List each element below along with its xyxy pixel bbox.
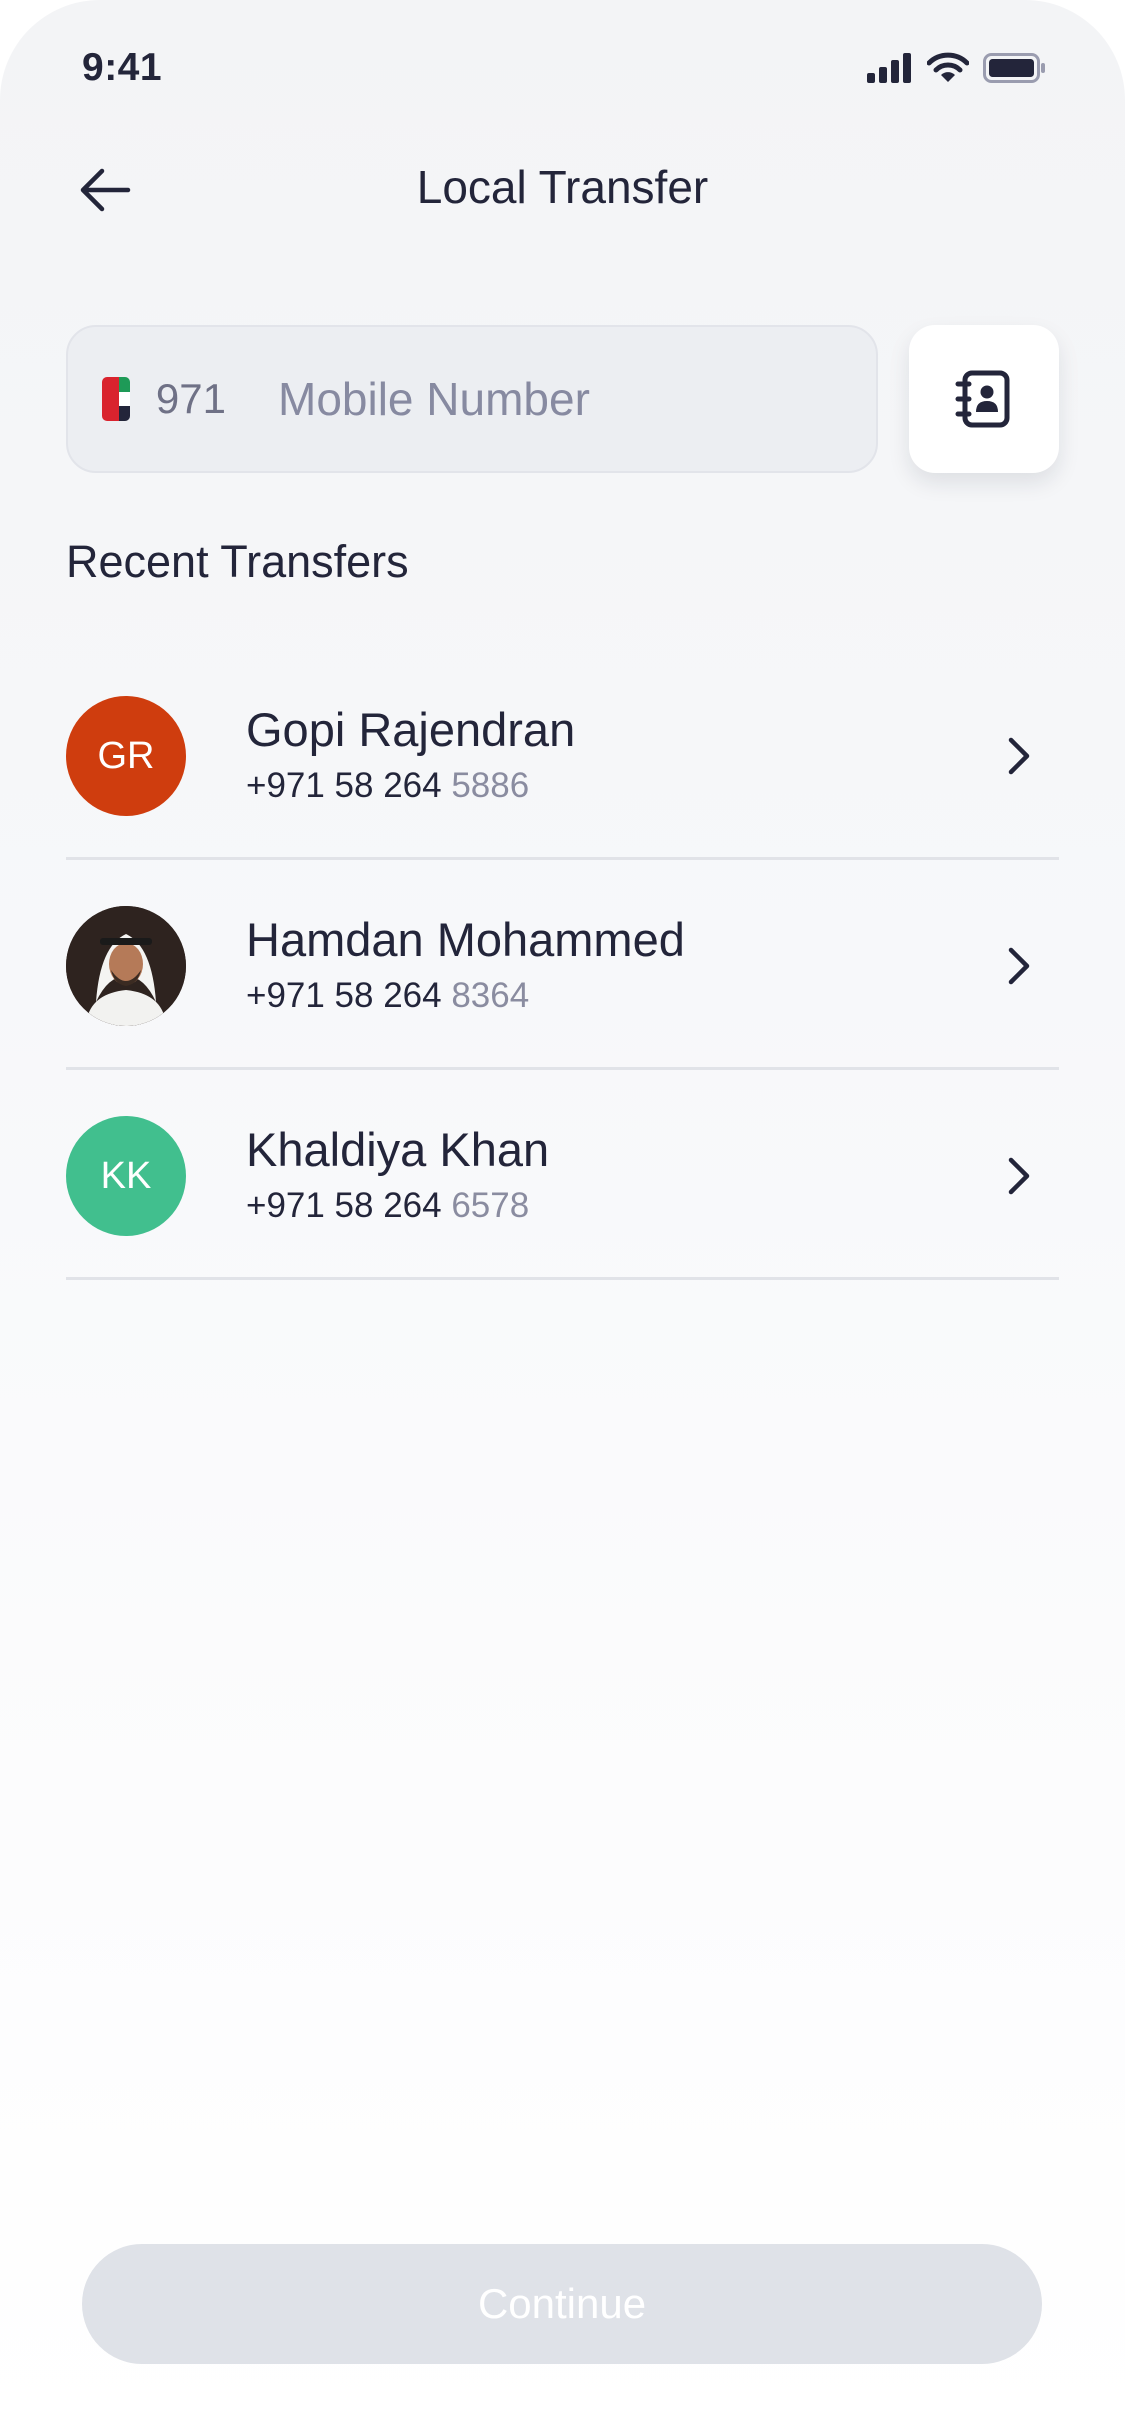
recipient-phone: +971 58 264 6578: [246, 1186, 530, 1225]
recipient-phone: +971 58 264 8364: [246, 976, 530, 1015]
chevron-right-icon: [997, 944, 1041, 988]
country-code[interactable]: 971: [156, 375, 226, 423]
mobile-number-field[interactable]: 971: [66, 325, 878, 473]
recipient-phone: +971 58 264 5886: [246, 766, 530, 805]
recipient-row-gopi-rajendran[interactable]: GR Gopi Rajendran +971 58 264 5886: [66, 650, 1059, 860]
continue-button[interactable]: Continue: [82, 2244, 1042, 2364]
recipient-row-khaldiya-khan[interactable]: KK Khaldiya Khan +971 58 264 6578: [66, 1070, 1059, 1280]
recent-transfers-list: GR Gopi Rajendran +971 58 264 5886 Hamda…: [66, 650, 1059, 1280]
cellular-signal-icon: [867, 52, 911, 83]
recipient-row-hamdan-mohammed[interactable]: Hamdan Mohammed +971 58 264 8364: [66, 860, 1059, 1070]
avatar-photo: [66, 906, 186, 1026]
local-transfer-screen: 9:41 Local Transfer 971 Mobile Number Re…: [0, 0, 1125, 2436]
uae-flag-icon: [102, 377, 130, 421]
status-time: 9:41: [82, 46, 163, 89]
mobile-number-input[interactable]: [278, 327, 876, 471]
contact-book-icon: [955, 370, 1010, 428]
recent-transfers-title: Recent Transfers: [66, 536, 409, 587]
status-icons: [867, 52, 1047, 83]
recipient-name: Hamdan Mohammed: [246, 913, 685, 966]
avatar: GR: [66, 696, 186, 816]
recipient-name: Khaldiya Khan: [246, 1123, 550, 1176]
recipient-name: Gopi Rajendran: [246, 703, 576, 756]
avatar: KK: [66, 1116, 186, 1236]
battery-icon: [983, 52, 1045, 83]
chevron-right-icon: [997, 734, 1041, 778]
chevron-right-icon: [997, 1154, 1041, 1198]
page-title: Local Transfer: [416, 161, 709, 213]
wifi-icon: [927, 52, 969, 82]
contacts-button[interactable]: [909, 325, 1059, 473]
